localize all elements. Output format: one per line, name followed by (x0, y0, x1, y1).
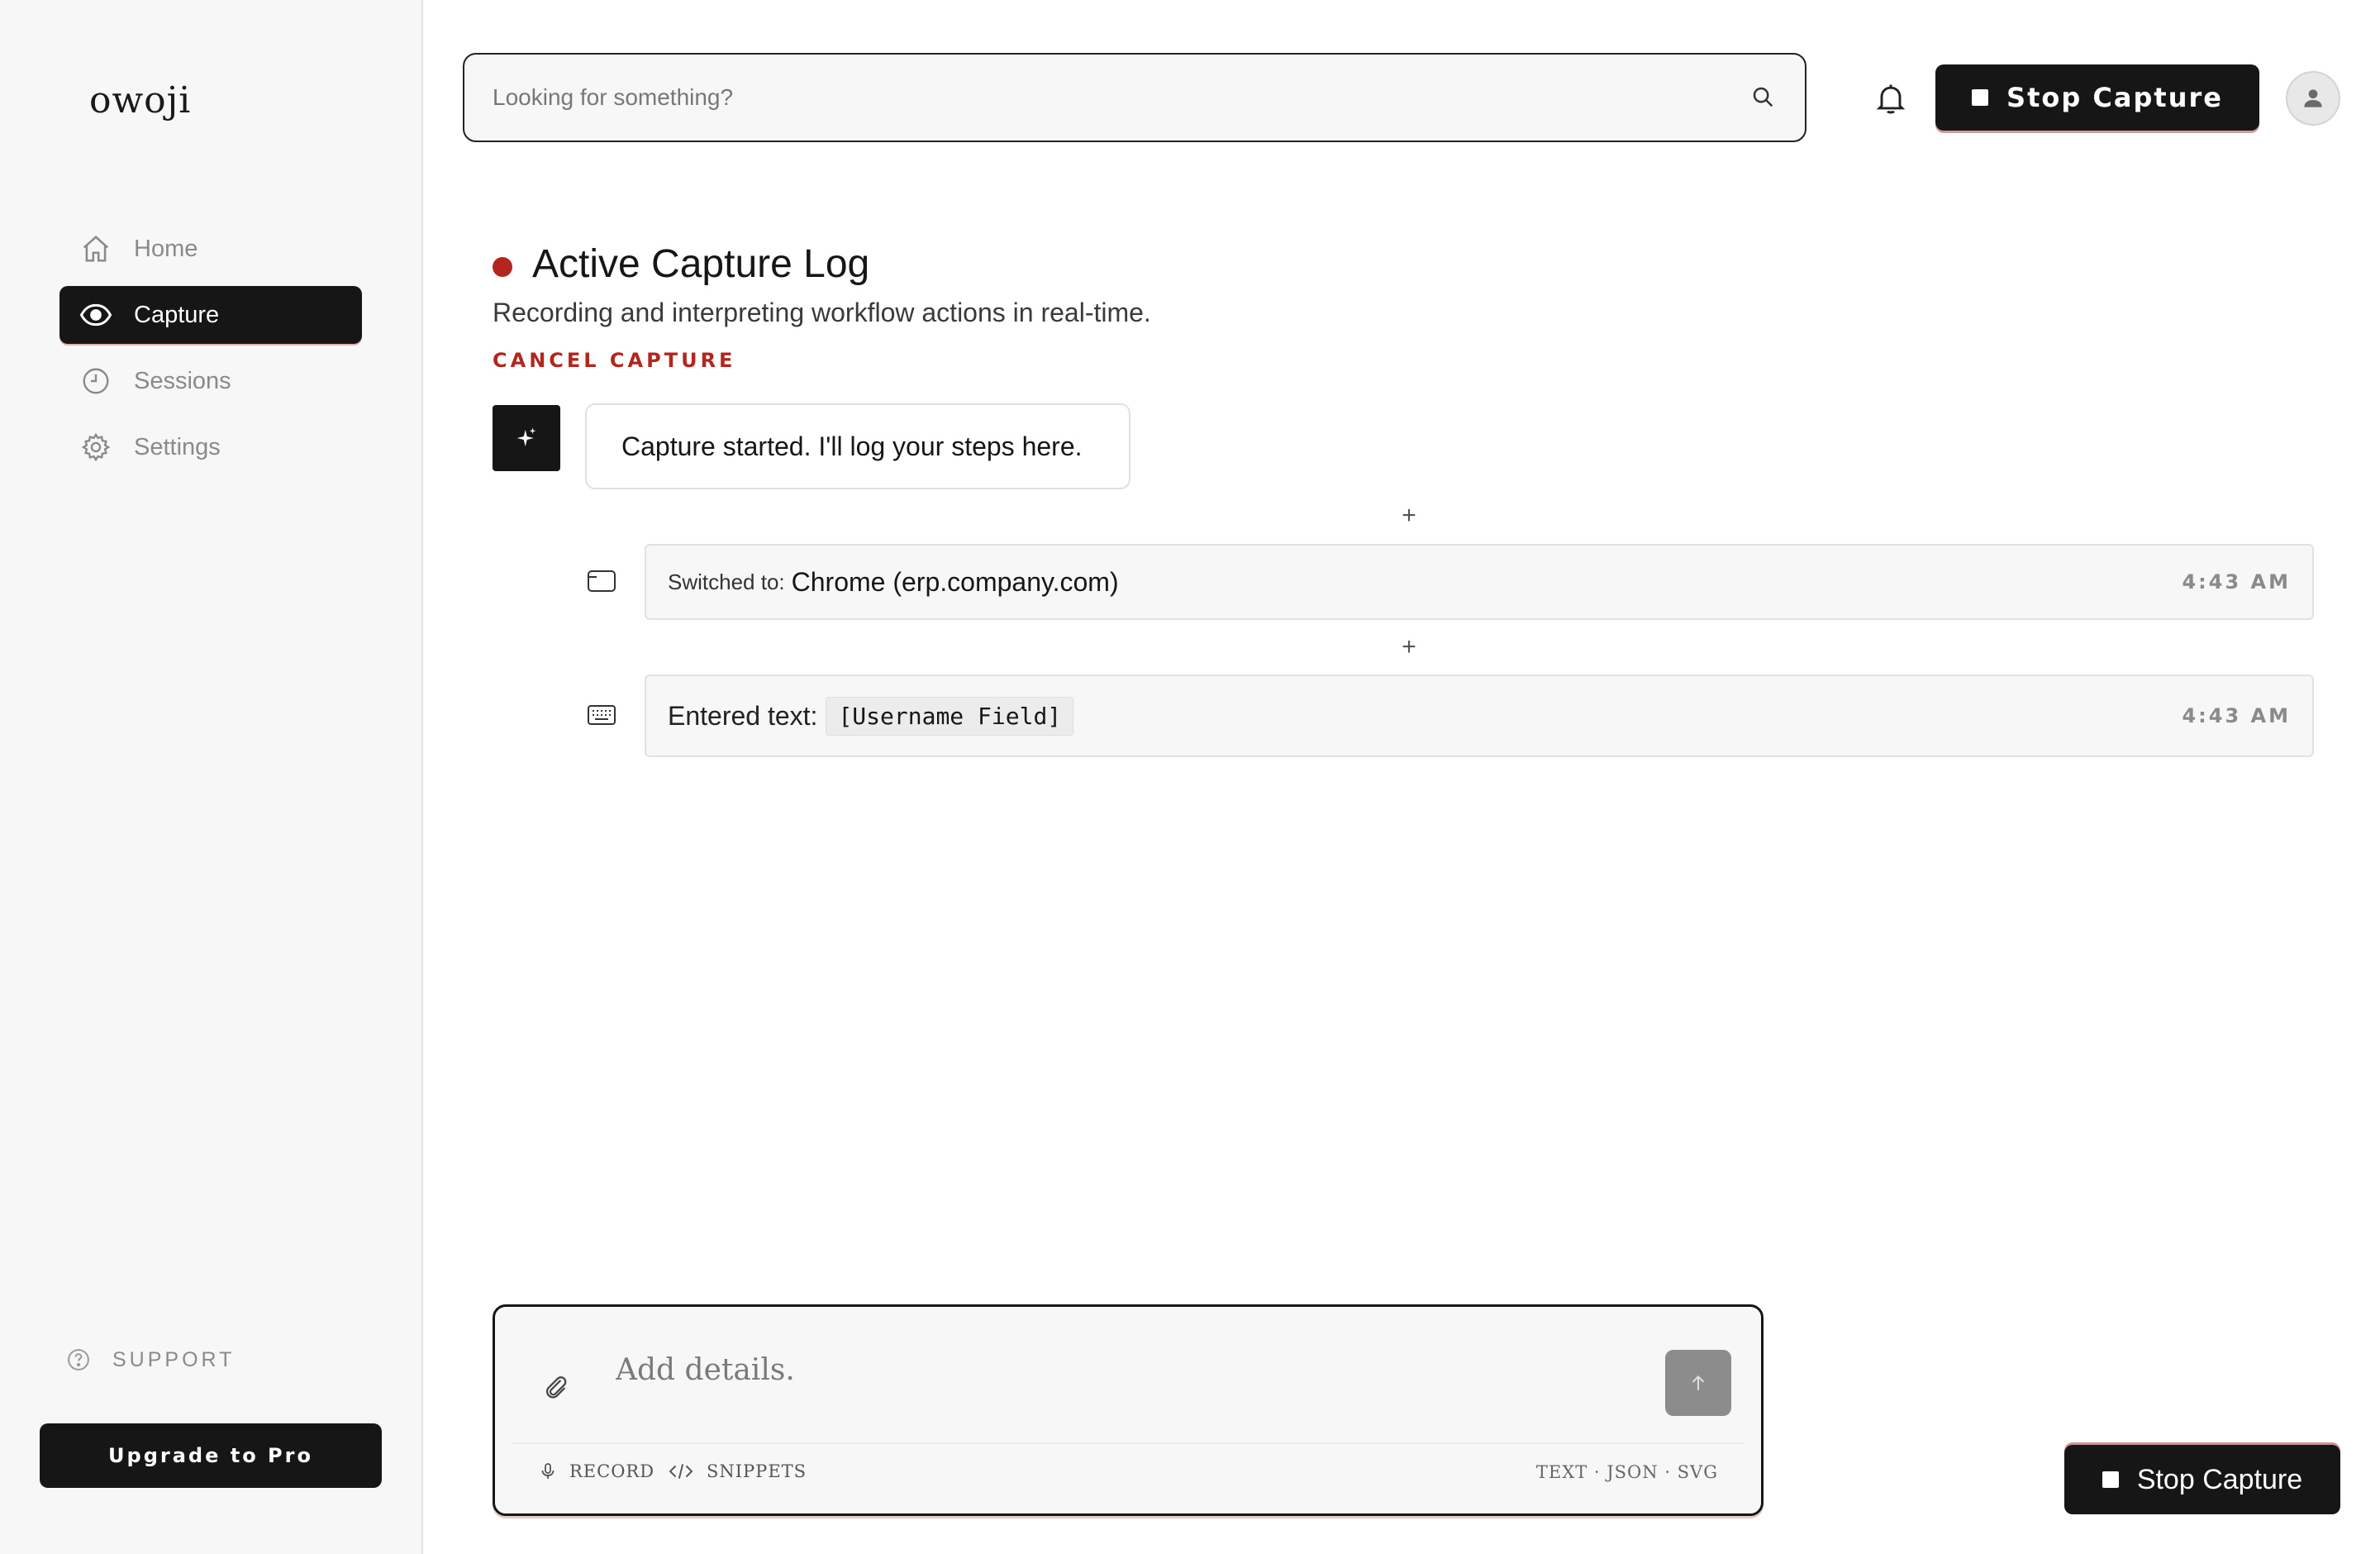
home-icon (79, 232, 112, 265)
assistant-sparkle-icon (493, 405, 560, 471)
record-button[interactable]: RECORD (538, 1461, 654, 1482)
search-input[interactable] (493, 84, 1750, 111)
stop-capture-label: Stop Capture (2006, 82, 2223, 113)
stop-icon (1972, 89, 1989, 106)
keyboard-icon (587, 704, 616, 729)
details-input[interactable] (616, 1353, 1649, 1403)
snippets-button[interactable]: SNIPPETS (667, 1461, 807, 1482)
sidebar-item-home[interactable]: Home (60, 220, 362, 278)
window-icon (587, 569, 616, 593)
composer: RECORD SNIPPETS TEXT · JSON · SVG (493, 1304, 1764, 1516)
cancel-capture-button[interactable]: CANCEL CAPTURE (493, 349, 735, 372)
gear-icon (79, 431, 112, 464)
microphone-icon (538, 1461, 558, 1482)
upgrade-button[interactable]: Upgrade to Pro (40, 1423, 382, 1488)
step-row[interactable]: Switched to: Chrome (erp.company.com) 4:… (645, 544, 2314, 620)
page-title: Active Capture Log (532, 242, 870, 286)
step-value: Chrome (erp.company.com) (791, 566, 1119, 597)
help-icon (66, 1347, 91, 1372)
send-button[interactable] (1665, 1350, 1731, 1416)
add-step-icon[interactable]: + (1397, 503, 1421, 528)
recording-indicator (493, 257, 512, 277)
support-link[interactable]: SUPPORT (66, 1347, 235, 1372)
sidebar-item-sessions[interactable]: Sessions (60, 352, 362, 410)
floating-stop-capture-button[interactable]: Stop Capture (2064, 1445, 2340, 1514)
sidebar-item-settings[interactable]: Settings (60, 418, 362, 476)
support-label: SUPPORT (112, 1347, 236, 1371)
sidebar-item-capture[interactable]: Capture (60, 286, 362, 344)
page-subtitle: Recording and interpreting workflow acti… (493, 298, 1151, 327)
snippets-label: SNIPPETS (707, 1461, 807, 1481)
sidebar: owoji Home Capture Sessions Settings SUP… (0, 0, 423, 1554)
search-icon[interactable] (1750, 84, 1777, 111)
avatar[interactable] (2286, 71, 2340, 126)
sidebar-item-label: Settings (134, 433, 221, 460)
add-step-icon[interactable]: + (1397, 635, 1421, 660)
arrow-up-icon (1692, 1375, 1705, 1390)
clock-icon (79, 365, 112, 398)
sidebar-item-label: Sessions (134, 367, 231, 394)
step-label: Entered text: (668, 700, 818, 731)
record-label: RECORD (569, 1461, 655, 1481)
step-timestamp: 4:43 AM (2182, 570, 2291, 593)
search-bar (463, 53, 1806, 142)
user-icon (2304, 89, 2322, 107)
sidebar-nav: Home Capture Sessions Settings (60, 220, 362, 484)
composer-divider (512, 1442, 1745, 1444)
stop-icon (2102, 1471, 2119, 1488)
app-logo[interactable]: owoji (89, 79, 191, 122)
stop-capture-label: Stop Capture (2136, 1463, 2303, 1495)
output-formats: TEXT · JSON · SVG (1535, 1462, 1718, 1482)
step-label: Switched to: (668, 569, 785, 594)
paperclip-icon[interactable] (541, 1370, 569, 1403)
code-icon (667, 1461, 695, 1482)
sidebar-item-label: Capture (134, 301, 220, 328)
step-value: [Username Field] (826, 696, 1074, 736)
bell-icon[interactable] (1873, 79, 1909, 117)
eye-icon (79, 298, 112, 331)
assistant-message: Capture started. I'll log your steps her… (585, 403, 1130, 489)
stop-capture-button[interactable]: Stop Capture (1935, 64, 2259, 131)
sidebar-item-label: Home (134, 235, 198, 262)
step-row[interactable]: Entered text: [Username Field] 4:43 AM (645, 675, 2314, 757)
step-timestamp: 4:43 AM (2182, 704, 2291, 727)
